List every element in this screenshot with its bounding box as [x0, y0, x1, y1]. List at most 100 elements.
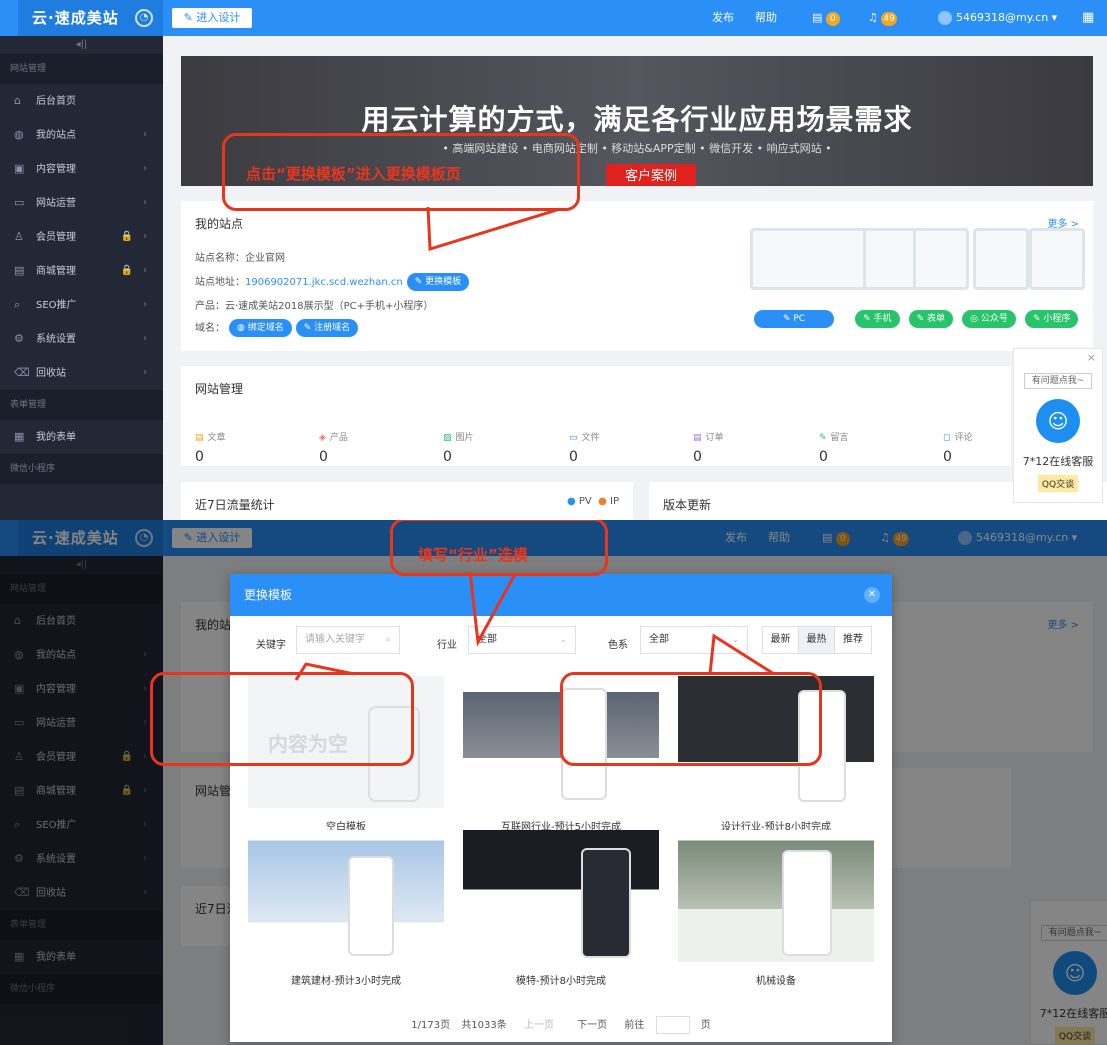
page-indicator: 1/173页 [411, 1020, 451, 1031]
stat-messages[interactable]: ✎ 留言 0 [819, 430, 919, 465]
qq-chat-button[interactable]: QQ交谈 [1037, 475, 1079, 492]
sort-recommended-button[interactable]: 推荐 [835, 627, 871, 653]
callout-pointer-2 [468, 571, 517, 647]
mobile-preview-icon [863, 228, 919, 290]
banner-title: 用云计算的方式，满足各行业应用场景需求 [361, 103, 913, 136]
mobile-button-label: 手机 [873, 313, 892, 324]
template-card-machinery[interactable]: 机械设备 [678, 830, 874, 987]
members-icon: ♙ [14, 230, 24, 243]
gear-icon: ⚙ [14, 332, 24, 345]
form-button[interactable]: ✎ 表单 [908, 309, 954, 328]
shop-icon: ▤ [14, 264, 25, 277]
close-icon[interactable]: ✕ [864, 587, 880, 603]
stat-value: 0 [693, 449, 702, 465]
phone-frame-icon [782, 850, 832, 956]
miniprogram-button[interactable]: ✎ 小程序 [1024, 309, 1079, 328]
miniprogram-button-label: 小程序 [1043, 313, 1071, 324]
service-ask-bubble[interactable]: 有问题点我~ [1024, 373, 1092, 389]
template-thumbnail [463, 830, 659, 962]
prev-page-button[interactable]: 上一页 [518, 1014, 560, 1033]
site-management-card: 网站管理 ▤ 文章 0 ◈ 产品 0 ▨ 图片 0 ▭ 文件 0 ▤ 订单 0 ✎ 留言 0 ◻ 评论 0 [181, 366, 1011, 466]
sidebar-item-shop[interactable]: ▤ 商城管理 🔒 › [0, 254, 163, 288]
sidebar-item-home[interactable]: ⌂ 后台首页 [0, 84, 163, 118]
sidebar-collapse-toggle[interactable]: ◂|| [0, 36, 163, 54]
callout-box-3 [150, 672, 414, 766]
wechat-button[interactable]: ◎ 公众号 [962, 309, 1016, 328]
service-hours: 7*12在线客服 [1022, 455, 1094, 468]
customer-service-widget[interactable]: × 有问题点我~ ☺ 7*12在线客服 QQ交谈 [1013, 348, 1103, 503]
register-domain-button[interactable]: ✎ 注册域名 [295, 319, 359, 337]
keyword-search-input[interactable]: 请输入关键字 ⌕ [296, 626, 400, 654]
chevron-right-icon: › [143, 129, 147, 140]
sidebar-item-my-sites[interactable]: ◍ 我的站点 › [0, 118, 163, 152]
wechat-button-label: 公众号 [980, 313, 1008, 324]
stat-files[interactable]: ▭ 文件 0 [569, 430, 669, 465]
template-thumbnail [678, 830, 874, 962]
stat-products[interactable]: ◈ 产品 0 [319, 430, 419, 465]
template-card-construction[interactable]: 建筑建材-预计3小时完成 [248, 830, 444, 987]
sidebar-item-settings[interactable]: ⚙ 系统设置 › [0, 322, 163, 356]
pagination: 1/173页 共1033条 上一页 下一页 前往 页 [230, 1014, 892, 1034]
ip-dot-icon: ● [598, 496, 607, 507]
bind-domain-button[interactable]: ◍ 绑定域名 [229, 319, 292, 337]
mobile-button[interactable]: ✎ 手机 [855, 309, 900, 328]
chevron-right-icon: › [143, 197, 147, 208]
sidebar-item-members[interactable]: ♙ 会员管理 🔒 › [0, 220, 163, 254]
page-jump-input[interactable] [655, 1016, 690, 1034]
clipboard-badge: 0 [825, 12, 840, 26]
sidebar-item-operations[interactable]: ▭ 网站运营 › [0, 186, 163, 220]
change-template-button[interactable]: ✎ 更换模板 [406, 273, 470, 291]
next-page-button[interactable]: 下一页 [571, 1014, 613, 1033]
card-title: 网站管理 [195, 382, 244, 396]
stat-images[interactable]: ▨ 图片 0 [443, 430, 543, 465]
traffic-legend: ● PV ● IP [567, 496, 619, 507]
content-icon: ▣ [14, 162, 25, 175]
site-name-label: 站点名称： [195, 253, 245, 264]
callout-pointer-4 [708, 633, 775, 676]
globe-icon: ◍ [14, 128, 24, 141]
domain-row: 域名： ◍ 绑定域名 ✎ 注册域名 [195, 319, 359, 337]
bell-notice[interactable]: ♫ 49 [868, 0, 897, 36]
chevron-right-icon: › [143, 367, 147, 378]
close-icon[interactable]: × [1087, 351, 1096, 364]
sidebar-item-content[interactable]: ▣ 内容管理 › [0, 152, 163, 186]
wechat-preview-icon [973, 228, 1029, 290]
sort-hottest-button[interactable]: 最热 [799, 627, 835, 653]
pc-button[interactable]: ✎ PC [754, 309, 834, 328]
help-link[interactable]: 帮助 [755, 0, 777, 36]
traffic-card: 近7日流量统计 ● PV ● IP [181, 482, 633, 520]
color-label: 色系 [608, 640, 628, 651]
callout-pointer-1 [426, 206, 561, 252]
sidebar-group-mini: 微信小程序 [0, 454, 163, 484]
template-card-model[interactable]: 模特-预计8小时完成 [463, 830, 659, 987]
qr-code-icon[interactable]: ▦ [1082, 0, 1094, 36]
sidebar-item-seo[interactable]: ⌕ SEO推广 › [0, 288, 163, 322]
sidebar-item-trash[interactable]: ⌫ 回收站 › [0, 356, 163, 390]
keyword-placeholder: 请输入关键字 [305, 634, 365, 645]
publish-link[interactable]: 发布 [712, 0, 734, 36]
sidebar-item-my-forms[interactable]: ▦ 我的表单 [0, 420, 163, 454]
speedometer-icon[interactable]: ◔ [135, 9, 153, 27]
bind-domain-label: 绑定域名 [247, 323, 284, 333]
chevron-right-icon: › [143, 231, 147, 242]
sidebar-item-label: 我的站点 [36, 130, 76, 141]
lock-icon: 🔒 [120, 265, 133, 276]
clipboard-notice[interactable]: ▤ 0 [812, 0, 840, 36]
stat-label: 产品 [329, 433, 348, 443]
enter-design-label: 进入设计 [196, 11, 241, 24]
stat-articles[interactable]: ▤ 文章 0 [195, 430, 295, 465]
stat-orders[interactable]: ▤ 订单 0 [693, 430, 793, 465]
template-thumbnail [248, 830, 444, 962]
customer-cases-button[interactable]: 客户案例 [606, 164, 696, 186]
miniprogram-preview-icon [1029, 228, 1085, 290]
enter-design-button[interactable]: ✎ 进入设计 [172, 8, 252, 28]
stat-label: 文件 [581, 433, 600, 443]
image-icon: ▨ [443, 433, 452, 443]
headset-icon: ☺ [1036, 399, 1080, 443]
register-domain-label: 注册域名 [314, 323, 351, 333]
change-template-dialog: 更换模板 ✕ 关键字 请输入关键字 ⌕ 行业 全部 ⌄ 色系 全部 ⌄ 最新 最热 推… [230, 574, 892, 1042]
stat-label: 留言 [830, 433, 849, 443]
site-url-link[interactable]: 1906902071.jkc.scd.wezhan.cn [245, 277, 403, 288]
callout-text-2: 填写“行业”选模 [418, 546, 528, 564]
account-menu[interactable]: 5469318@my.cn ▾ [938, 0, 1057, 36]
